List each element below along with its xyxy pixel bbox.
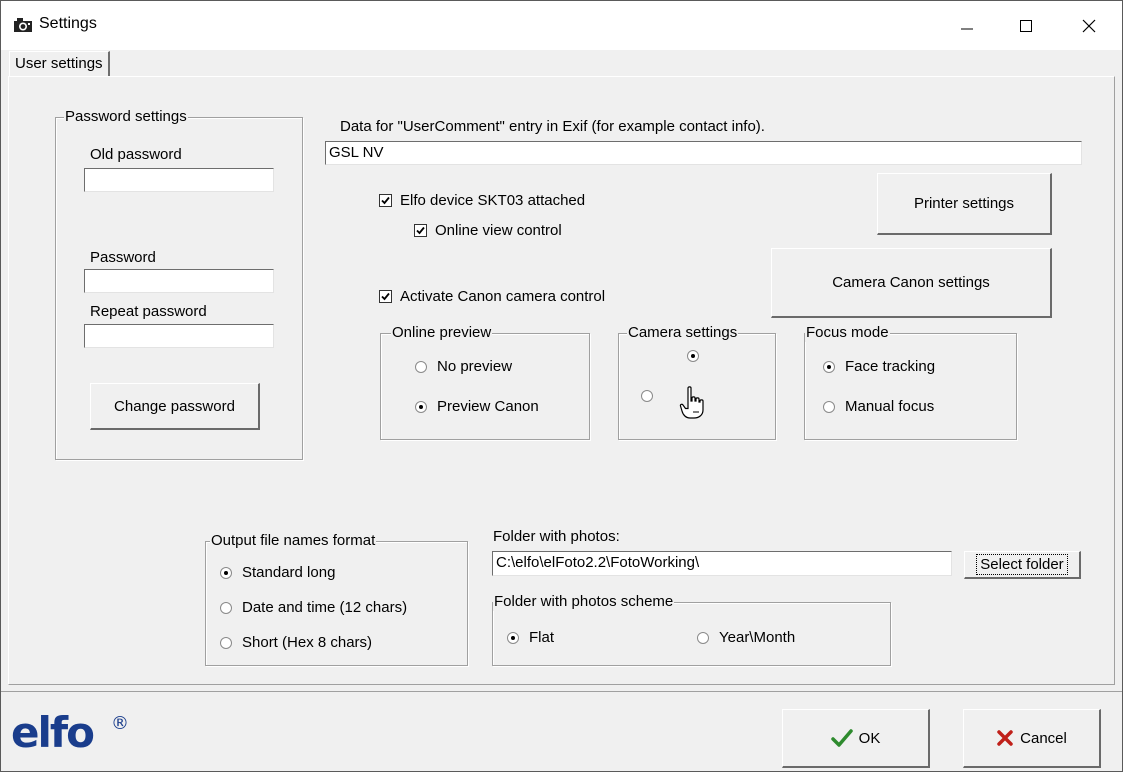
select-folder-label: Select folder	[976, 554, 1068, 575]
checkbox-box	[379, 194, 392, 207]
online-view-control-label: Online view control	[435, 222, 562, 239]
flat-label: Flat	[529, 629, 555, 646]
cancel-x-icon	[997, 730, 1013, 746]
exif-usercomment-field[interactable]: GSL NV	[325, 141, 1082, 165]
short-hex-radio[interactable]: Short (Hex 8 chars)	[220, 634, 372, 651]
canon-control-label: Activate Canon camera control	[400, 288, 606, 305]
change-password-button[interactable]: Change password	[90, 383, 260, 430]
tab-strip: User settings	[1, 50, 1122, 77]
maximize-button[interactable]	[1003, 1, 1049, 50]
close-button[interactable]	[1066, 1, 1112, 50]
focus-mode-legend: Focus mode	[805, 324, 890, 342]
radio-indicator	[220, 566, 232, 579]
year-month-label: Year\Month	[719, 629, 796, 646]
short-hex-label: Short (Hex 8 chars)	[242, 634, 373, 651]
password-label: Password	[90, 249, 156, 266]
camera-settings-group: Camera settings	[618, 324, 776, 440]
radio-indicator	[823, 400, 835, 413]
minimize-icon	[961, 28, 973, 29]
select-folder-button[interactable]: Select folder	[964, 551, 1081, 579]
checkmark-icon	[381, 292, 390, 301]
repeat-password-field[interactable]	[84, 324, 274, 348]
settings-window: Settings User settings Password settings…	[0, 0, 1123, 772]
face-tracking-radio[interactable]: Face tracking	[823, 358, 935, 375]
password-settings-group: Password settings Old password Password …	[55, 108, 303, 460]
elfo-device-checkbox[interactable]: Elfo device SKT03 attached	[379, 192, 585, 209]
elfo-logo: elfo ®	[11, 711, 129, 755]
checkmark-icon	[416, 226, 425, 235]
camera-settings-left-radio[interactable]	[641, 390, 663, 402]
folder-scheme-legend: Folder with photos scheme	[493, 593, 675, 611]
old-password-field[interactable]	[84, 168, 274, 192]
printer-settings-button[interactable]: Printer settings	[877, 173, 1052, 235]
online-preview-group: Online preview No preview Preview Canon	[380, 324, 590, 440]
camera-settings-legend: Camera settings	[627, 324, 739, 342]
radio-indicator	[823, 360, 835, 373]
output-format-legend: Output file names format	[210, 532, 377, 550]
elfo-logo-text: elfo	[11, 711, 94, 755]
canon-control-checkbox[interactable]: Activate Canon camera control	[379, 288, 605, 305]
title-bar[interactable]: Settings	[1, 1, 1122, 50]
elfo-device-label: Elfo device SKT03 attached	[400, 192, 586, 209]
radio-indicator	[641, 390, 653, 402]
tab-page-user-settings: Password settings Old password Password …	[8, 76, 1115, 685]
camera-icon	[14, 18, 32, 32]
camera-settings-top-radio[interactable]	[687, 350, 709, 362]
radio-indicator	[220, 636, 232, 649]
window-title: Settings	[39, 15, 97, 32]
ok-label: OK	[858, 729, 881, 747]
old-password-label: Old password	[90, 146, 182, 163]
radio-indicator	[507, 631, 519, 644]
cancel-label: Cancel	[1020, 729, 1067, 747]
camera-canon-settings-button[interactable]: Camera Canon settings	[771, 248, 1052, 318]
preview-canon-radio[interactable]: Preview Canon	[415, 398, 539, 415]
radio-indicator	[697, 631, 709, 644]
online-view-control-checkbox[interactable]: Online view control	[414, 222, 562, 239]
tab-user-settings[interactable]: User settings	[9, 51, 110, 77]
registered-mark: ®	[111, 713, 129, 734]
standard-long-radio[interactable]: Standard long	[220, 564, 335, 581]
preview-canon-label: Preview Canon	[437, 398, 539, 415]
manual-focus-label: Manual focus	[845, 398, 935, 415]
footer-separator	[1, 691, 1122, 692]
password-field[interactable]	[84, 269, 274, 293]
date-time-label: Date and time (12 chars)	[242, 599, 408, 616]
folder-scheme-group: Folder with photos scheme Flat Year\Mont…	[492, 593, 891, 666]
year-month-radio[interactable]: Year\Month	[697, 629, 795, 646]
close-icon	[1082, 19, 1096, 32]
password-settings-legend: Password settings	[64, 108, 188, 126]
minimize-button[interactable]	[944, 1, 990, 50]
online-preview-legend: Online preview	[391, 324, 493, 342]
focus-mode-group: Focus mode Face tracking Manual focus	[804, 324, 1017, 440]
pointing-hand-icon	[679, 386, 704, 419]
flat-radio[interactable]: Flat	[507, 629, 554, 646]
cancel-button[interactable]: Cancel	[963, 709, 1101, 768]
radio-indicator	[415, 400, 427, 413]
radio-indicator	[415, 360, 427, 373]
standard-long-label: Standard long	[242, 564, 336, 581]
ok-button[interactable]: OK	[782, 709, 930, 768]
repeat-password-label: Repeat password	[90, 303, 207, 320]
no-preview-radio[interactable]: No preview	[415, 358, 512, 375]
checkmark-icon	[381, 196, 390, 205]
folder-path-field[interactable]: C:\elfo\elFoto2.2\FotoWorking\	[492, 551, 952, 576]
exif-usercomment-label: Data for "UserComment" entry in Exif (fo…	[340, 118, 765, 135]
checkbox-box	[414, 224, 427, 237]
output-format-group: Output file names format Standard long D…	[205, 532, 468, 666]
radio-indicator	[220, 601, 232, 614]
checkbox-box	[379, 290, 392, 303]
no-preview-label: No preview	[437, 358, 513, 375]
radio-indicator	[687, 350, 699, 362]
checkmark-icon	[830, 729, 853, 747]
folder-label: Folder with photos:	[493, 528, 620, 545]
face-tracking-label: Face tracking	[845, 358, 936, 375]
maximize-icon	[1020, 19, 1032, 32]
date-time-radio[interactable]: Date and time (12 chars)	[220, 599, 407, 616]
manual-focus-radio[interactable]: Manual focus	[823, 398, 934, 415]
